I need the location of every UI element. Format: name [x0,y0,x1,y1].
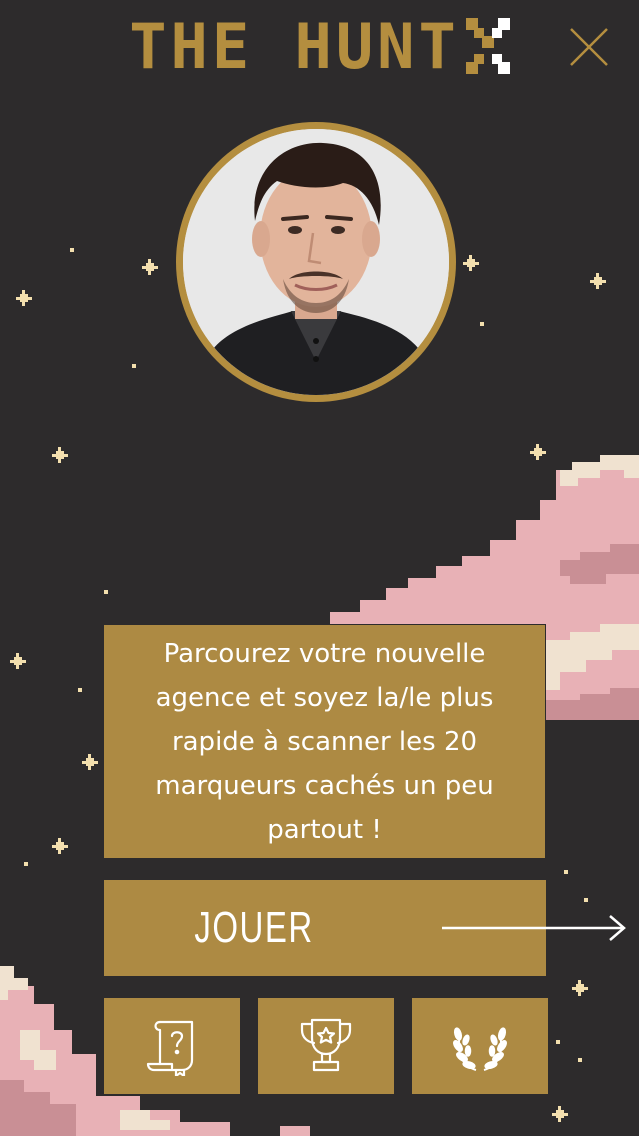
laurel-icon [453,1027,507,1071]
arrow-right-icon [442,915,626,941]
intro-message-box: Parcourez votre nouvelle agence et soyez… [104,625,545,858]
trophy-icon [300,1018,352,1072]
play-button-label: JOUER [194,903,314,952]
logo-text: THE HUNT [129,10,460,83]
intro-message: Parcourez votre nouvelle agence et soyez… [155,638,494,845]
scroll-question-icon [146,1020,194,1076]
leaderboard-button[interactable] [258,998,394,1094]
play-button[interactable]: JOUER [104,880,626,976]
app-logo: THE HUNT [0,12,639,82]
x-icon [465,18,510,74]
close-icon[interactable] [568,26,610,68]
rewards-button[interactable] [412,998,548,1094]
avatar-portrait [183,129,449,395]
avatar [176,122,456,402]
rules-button[interactable] [104,998,240,1094]
